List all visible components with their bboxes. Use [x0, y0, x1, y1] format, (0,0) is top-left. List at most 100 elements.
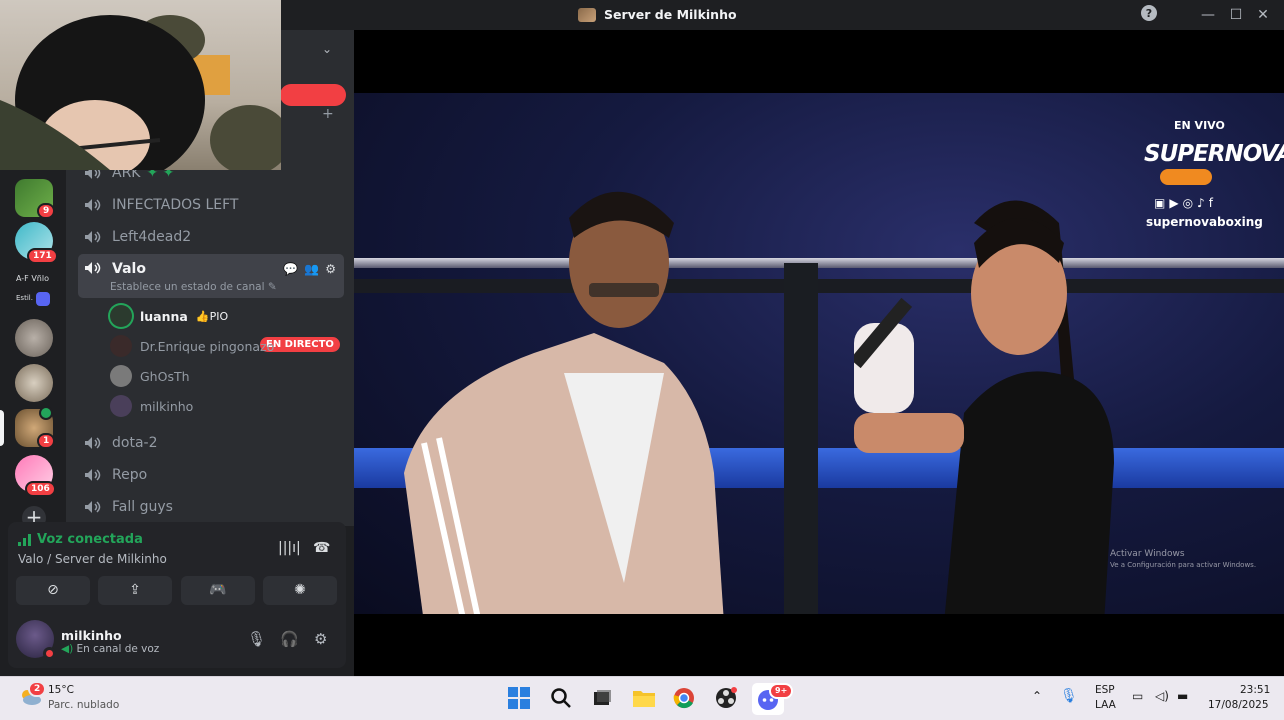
minimize-icon[interactable]: —	[1197, 4, 1219, 26]
temperature[interactable]: 15°C	[48, 684, 74, 696]
chevron-down-icon[interactable]: ⌄	[322, 42, 332, 56]
volume-icon[interactable]: ◁)	[1155, 689, 1169, 703]
battery-icon[interactable]: ▬	[1177, 689, 1188, 703]
person-figure	[854, 200, 1114, 614]
noise-suppression-icon[interactable]: |||ı|	[278, 540, 301, 556]
server-icon-6[interactable]: 1	[15, 406, 56, 449]
clock-date[interactable]: 17/08/2025	[1208, 699, 1269, 711]
channel-name: Left4dead2	[112, 229, 192, 245]
user-name: milkinho	[140, 398, 194, 414]
network-icon[interactable]: ▭	[1132, 689, 1143, 703]
unread-badge: 9	[37, 203, 56, 219]
channel-valo[interactable]: Valo Establece un estado de canal ✎ 💬 👥 …	[78, 254, 344, 298]
notification-banner[interactable]	[280, 84, 346, 106]
folder-label: A-F Vñlo	[16, 274, 49, 283]
speaker-icon	[85, 469, 101, 481]
voice-location[interactable]: Valo / Server de Milkinho	[18, 552, 167, 566]
svg-text:?: ?	[1146, 7, 1152, 20]
gamepad-icon: 🎮	[209, 582, 227, 598]
disconnect-icon[interactable]: ☎	[313, 540, 330, 556]
unread-badge: 171	[27, 248, 58, 264]
windows-activation-sub: Ve a Configuración para activar Windows.	[1110, 561, 1257, 569]
speaker-icon	[85, 199, 101, 211]
server-icon-5[interactable]	[15, 364, 53, 402]
channel-name: Repo	[112, 467, 148, 483]
channel-dota[interactable]: dota-2	[78, 428, 344, 458]
camera-off-icon: ⊘	[47, 582, 59, 598]
channel-repo[interactable]: Repo	[78, 460, 344, 490]
avatar	[110, 395, 132, 417]
activities-button[interactable]: 🎮	[181, 576, 255, 605]
voice-panel: Voz conectada Valo / Server de Milkinho …	[8, 522, 346, 668]
add-channel-icon[interactable]: +	[322, 106, 334, 122]
voice-active-icon	[39, 406, 53, 420]
unread-badge: 1	[37, 433, 56, 449]
task-view-icon[interactable]	[591, 687, 615, 711]
channel-fall-guys[interactable]: Fall guys	[78, 492, 344, 522]
discord-icon[interactable]: 9+	[752, 683, 794, 715]
channel-name: Valo	[112, 261, 146, 277]
help-icon[interactable]: ?	[1138, 4, 1160, 26]
obs-icon[interactable]	[715, 687, 739, 711]
user-name[interactable]: milkinho	[61, 628, 122, 643]
voice-status[interactable]: Voz conectada	[18, 532, 143, 547]
stream-video[interactable]: EN VIVO SUPERNOVA ▣▶◎♪f supernovaboxing …	[354, 93, 1284, 614]
discord-badge: 9+	[769, 683, 794, 699]
gear-icon[interactable]: ⚙	[314, 630, 327, 648]
weather-icon[interactable]: 2	[18, 681, 47, 707]
speaker-icon	[85, 262, 101, 274]
channel-infectados[interactable]: INFECTADOS LEFT	[78, 190, 344, 220]
voice-user-enrique[interactable]: Dr.Enrique pingonazo	[110, 333, 274, 359]
close-icon[interactable]: ✕	[1252, 4, 1274, 26]
clock-time[interactable]: 23:51	[1240, 684, 1270, 696]
server-rail: 9 171 A-F Vñlo Estil. 1 106 +	[0, 170, 66, 530]
taskbar: 2 15°C Parc. nublado 9+ ⌃ 🎙 ESP LAA ▭ ◁)…	[0, 676, 1284, 720]
windows-start-icon[interactable]	[508, 687, 532, 711]
channel-name: INFECTADOS LEFT	[112, 197, 239, 213]
status-dnd-icon	[43, 647, 56, 660]
keyboard-layout[interactable]: LAA	[1095, 699, 1116, 711]
discord-window: Server de Milkinho ? — ☐ ✕ 9 171 A-F Vñl…	[0, 0, 1284, 676]
voice-user-milkinho[interactable]: milkinho	[110, 393, 193, 419]
server-icon	[578, 7, 596, 22]
share-screen-button[interactable]: ⇪	[98, 576, 172, 605]
screen-share-icon: ⇪	[129, 582, 141, 598]
voice-user-luanna[interactable]: luanna 👍PIO	[110, 303, 228, 329]
language-code[interactable]: ESP	[1095, 684, 1115, 696]
channel-left4dead2[interactable]: Left4dead2	[78, 222, 344, 252]
weather-description[interactable]: Parc. nublado	[48, 699, 119, 711]
window-title: Server de Milkinho	[578, 7, 737, 22]
folder-label-2: Estil.	[16, 294, 33, 302]
mic-icon[interactable]: 🎙	[247, 630, 266, 648]
headphones-icon[interactable]: 🎧	[280, 630, 299, 648]
server-icon-7[interactable]: 106	[15, 455, 56, 497]
gear-icon[interactable]: ⚙	[325, 262, 336, 276]
avatar[interactable]	[16, 620, 56, 660]
server-icon-1[interactable]: 9	[15, 179, 56, 219]
invite-icon[interactable]: 👥	[304, 262, 319, 276]
server-icon-2[interactable]: 171	[15, 222, 58, 264]
channel-name: Fall guys	[112, 499, 173, 515]
live-overlay: EN VIVO	[1174, 119, 1225, 132]
server-icon-4[interactable]	[15, 319, 53, 357]
soundboard-icon: ✺	[294, 582, 306, 598]
camera-button[interactable]: ⊘	[16, 576, 90, 605]
voice-user-ghosth[interactable]: GhOsTh	[110, 363, 190, 389]
avatar	[110, 335, 132, 357]
mic-icon[interactable]: 🎙	[1060, 688, 1078, 704]
server-folder[interactable]: A-F Vñlo Estil.	[14, 272, 54, 312]
file-explorer-icon[interactable]	[632, 687, 656, 711]
webcam-overlay	[0, 0, 281, 170]
signal-icon	[18, 533, 31, 546]
chevron-up-icon[interactable]: ⌃	[1032, 689, 1042, 703]
channel-status[interactable]: Establece un estado de canal ✎	[110, 281, 277, 293]
chrome-icon[interactable]	[673, 687, 697, 711]
search-icon[interactable]	[550, 687, 574, 711]
speaker-icon	[85, 437, 101, 449]
channel-name: dota-2	[112, 435, 158, 451]
chat-icon[interactable]: 💬	[283, 262, 298, 276]
speaker-icon	[85, 231, 101, 243]
soundboard-button[interactable]: ✺	[263, 576, 337, 605]
maximize-icon[interactable]: ☐	[1225, 4, 1247, 26]
user-name: Dr.Enrique pingonazo	[140, 338, 275, 354]
